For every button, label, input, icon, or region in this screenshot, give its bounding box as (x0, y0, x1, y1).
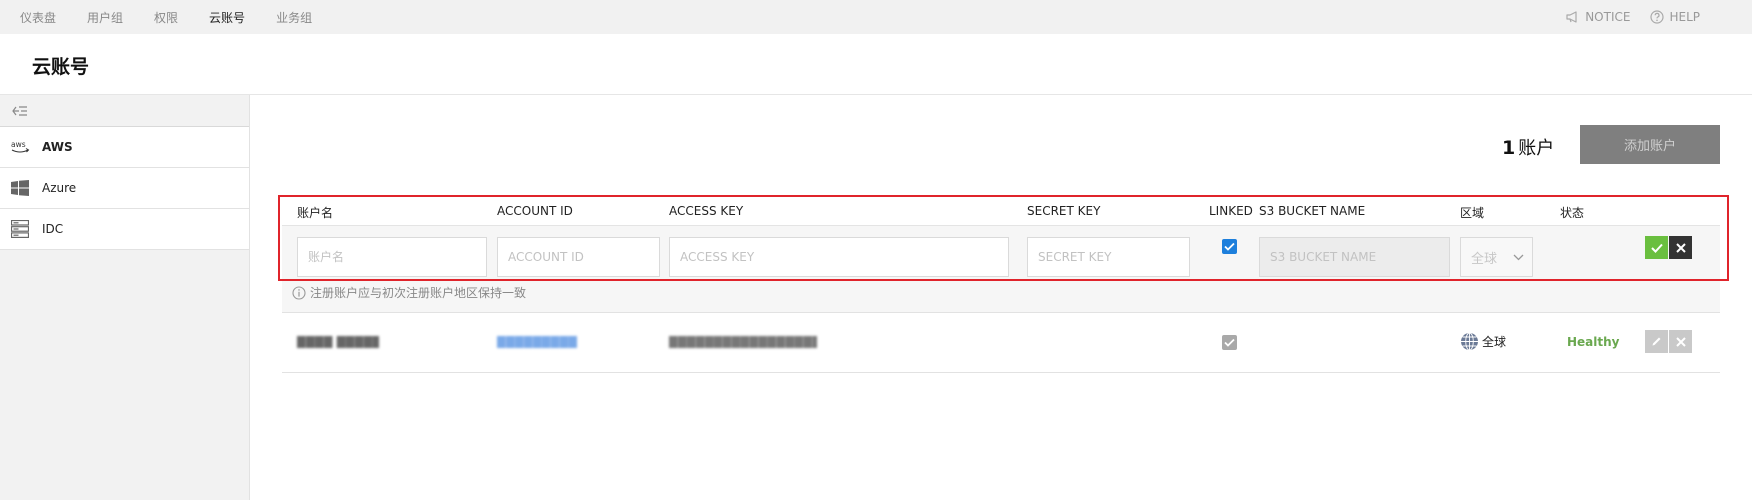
nav-item-business-groups[interactable]: 业务组 (276, 9, 312, 26)
secret-key-input[interactable] (1027, 237, 1190, 277)
checkmark-icon (1224, 242, 1235, 251)
account-id-link[interactable]: ████████████ (497, 336, 577, 348)
nav-item-user-groups[interactable]: 用户组 (87, 9, 123, 26)
region-hint: 注册账户应与初次注册账户地区保持一致 (292, 284, 526, 301)
sidebar-item-idc[interactable]: IDC (0, 209, 249, 250)
s3-bucket-input[interactable] (1259, 237, 1450, 277)
close-icon (1675, 242, 1686, 253)
sidebar-item-label: IDC (42, 222, 64, 236)
server-icon (0, 220, 42, 238)
megaphone-icon (1566, 11, 1577, 23)
globe-icon (1461, 332, 1478, 351)
add-account-button[interactable]: 添加账户 (1580, 125, 1720, 164)
region-cell: 全球 (1460, 332, 1506, 351)
table-header: 账户名 ACCOUNT ID ACCESS KEY SECRET KEY LIN… (282, 196, 1720, 226)
nav-item-cloud-accounts[interactable]: 云账号 (209, 9, 245, 26)
edit-button[interactable] (1645, 330, 1668, 353)
pencil-icon (1652, 337, 1661, 346)
column-header-s3-bucket: S3 BUCKET NAME (1259, 204, 1366, 218)
checkmark-icon (1224, 338, 1235, 347)
sidebar-collapse-button[interactable] (0, 95, 249, 127)
top-navigation-bar: 仪表盘 用户组 权限 云账号 业务组 NOTICE HELP (0, 0, 1752, 34)
sidebar-item-label: AWS (42, 140, 73, 154)
help-link[interactable]: HELP (1650, 10, 1700, 24)
notice-label: NOTICE (1585, 10, 1631, 24)
account-count-number: 1 (1502, 137, 1516, 159)
cancel-button[interactable] (1669, 236, 1692, 259)
page-title: 云账号 (32, 56, 90, 78)
confirm-button[interactable] (1645, 236, 1668, 259)
close-icon (1675, 336, 1686, 347)
access-key-input[interactable] (669, 237, 1009, 277)
account-name-cell: ████ ██████ (297, 336, 379, 348)
info-icon (292, 285, 306, 300)
help-label: HELP (1669, 10, 1700, 24)
notice-link[interactable]: NOTICE (1566, 10, 1630, 24)
check-icon (1650, 243, 1663, 253)
account-id-input[interactable] (497, 237, 660, 277)
delete-button[interactable] (1669, 330, 1692, 353)
column-header-account-name: 账户名 (297, 206, 334, 220)
help-icon (1650, 10, 1665, 24)
main-nav: 仪表盘 用户组 权限 云账号 业务组 (20, 0, 343, 34)
column-header-region: 区域 (1460, 206, 1485, 220)
page-header: 云账号 (0, 34, 1752, 95)
aws-icon: aws (0, 140, 42, 154)
nav-item-permissions[interactable]: 权限 (154, 9, 178, 26)
linked-indicator (1222, 335, 1237, 350)
top-right-links: NOTICE HELP (1546, 0, 1700, 34)
access-key-cell: ████████████████████████ (669, 336, 817, 348)
chevron-down-icon (1513, 254, 1524, 261)
nav-item-dashboard[interactable]: 仪表盘 (20, 9, 56, 26)
column-header-access-key: ACCESS KEY (669, 204, 744, 218)
column-header-linked: LINKED (1209, 204, 1253, 218)
account-count-unit: 账户 (1518, 138, 1555, 159)
linked-checkbox[interactable] (1222, 239, 1237, 254)
column-header-secret-key: SECRET KEY (1027, 204, 1101, 218)
account-count: 1 账户 (1502, 134, 1554, 160)
region-label: 全球 (1482, 335, 1507, 349)
sidebar-item-aws[interactable]: aws AWS (0, 127, 249, 168)
collapse-icon (12, 105, 27, 116)
region-select[interactable]: 全球 (1460, 237, 1533, 277)
region-select-value: 全球 (1471, 251, 1498, 267)
column-header-status: 状态 (1560, 206, 1585, 220)
windows-icon (0, 180, 42, 196)
new-account-form-row: 全球 注册账户应与初次注册账户地区保持一致 (282, 226, 1720, 313)
sidebar: aws AWS Azure IDC (0, 95, 250, 500)
sidebar-item-label: Azure (42, 181, 77, 195)
table-row: ████ ██████ ████████████ ███████████████… (282, 313, 1720, 373)
status-badge: Healthy (1567, 335, 1620, 349)
account-name-input[interactable] (297, 237, 487, 277)
svg-text:aws: aws (11, 140, 26, 149)
sidebar-item-azure[interactable]: Azure (0, 168, 249, 209)
column-header-account-id: ACCOUNT ID (497, 204, 573, 218)
region-hint-text: 注册账户应与初次注册账户地区保持一致 (310, 286, 527, 300)
